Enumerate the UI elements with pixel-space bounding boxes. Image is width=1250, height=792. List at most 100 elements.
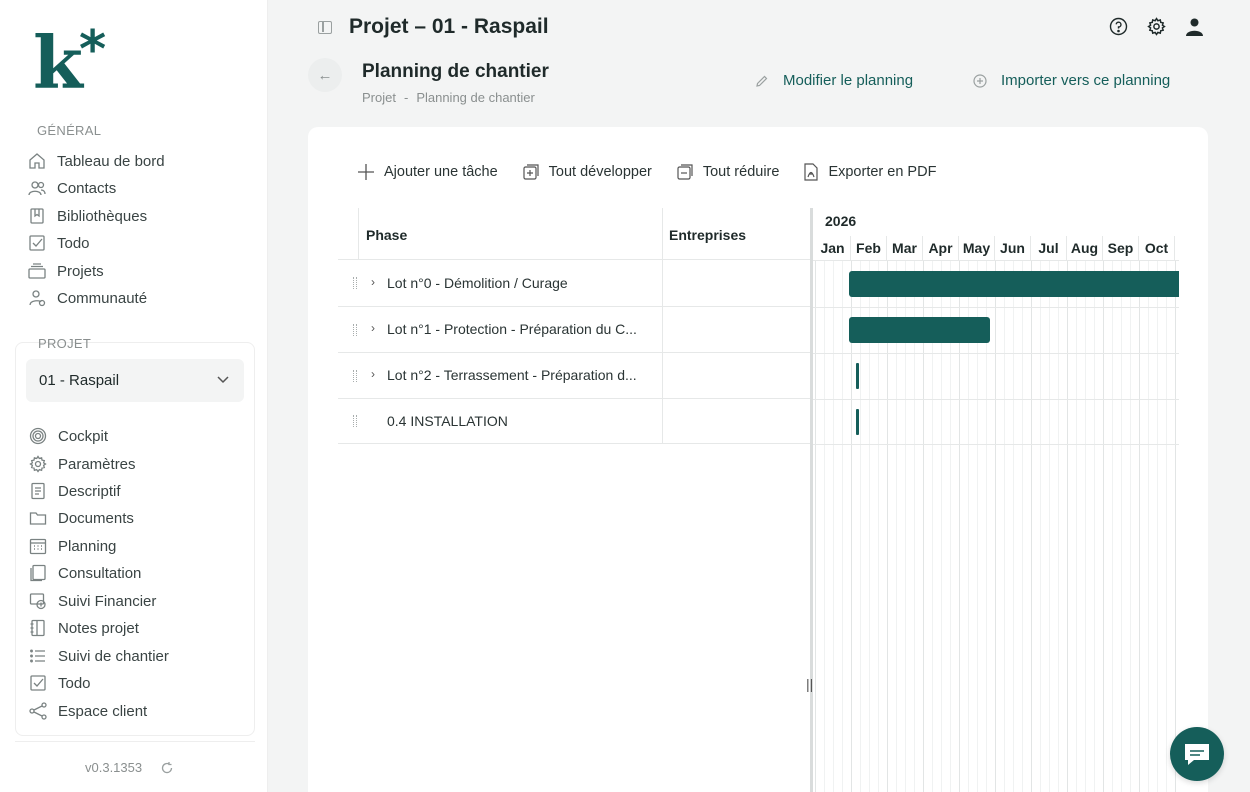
page-title: Planning de chantier: [362, 61, 549, 82]
target-icon: [29, 427, 47, 445]
table-row[interactable]: › Lot n°2 - Terrassement - Préparation d…: [338, 353, 810, 399]
project-title: Projet – 01 - Raspail: [349, 15, 549, 38]
settings-icon[interactable]: [1147, 17, 1166, 36]
main-content: Projet – 01 - Raspail ← Planning de chan…: [268, 0, 1250, 792]
gantt-task-bar[interactable]: [849, 270, 1179, 297]
drag-handle-icon[interactable]: [353, 277, 357, 289]
gantt-month-label: Sep: [1103, 236, 1139, 260]
folder-icon: [29, 509, 47, 527]
sidebar-toggle-icon[interactable]: [318, 21, 332, 34]
chevron-down-icon: [216, 372, 230, 390]
column-header-phase[interactable]: Phase: [366, 227, 407, 243]
gantt-grid-line: [995, 260, 996, 792]
checkbox-icon: [28, 234, 46, 252]
chat-button[interactable]: [1170, 727, 1224, 781]
sidebar-item-todo[interactable]: Todo: [28, 232, 90, 254]
finance-icon: [29, 592, 47, 610]
drag-handle-icon[interactable]: [353, 415, 357, 427]
gantt-grid-line: [1031, 260, 1032, 792]
column-header-enterprises[interactable]: Entreprises: [669, 227, 746, 243]
gantt-month-label: Aug: [1067, 236, 1103, 260]
plus-circle-icon: [973, 73, 987, 88]
gantt-grid-line: [1049, 260, 1050, 792]
version-label: v0.3.1353: [85, 760, 143, 775]
sidebar-item-libraries[interactable]: Bibliothèques: [28, 205, 147, 227]
app-logo[interactable]: k *: [33, 20, 123, 105]
gantt-row-line: [813, 444, 1179, 445]
drag-handle-icon[interactable]: [353, 370, 357, 382]
gantt-divider[interactable]: [810, 208, 813, 792]
chevron-right-icon[interactable]: ›: [371, 321, 375, 335]
gantt-row-line: [813, 260, 1179, 261]
sidebar-item-label: Tableau de bord: [57, 152, 165, 170]
gantt-grid-line: [1139, 260, 1140, 792]
add-task-button[interactable]: Ajouter une tâche: [357, 163, 498, 181]
help-icon[interactable]: [1109, 17, 1128, 36]
sidebar-item-settings[interactable]: Paramètres: [29, 453, 136, 475]
gantt-grid-line: [1022, 260, 1023, 792]
table-row[interactable]: › Lot n°1 - Protection - Préparation du …: [338, 307, 810, 353]
sidebar-item-label: Projets: [57, 262, 104, 280]
drag-handle-icon[interactable]: [353, 324, 357, 336]
sidebar-item-finance[interactable]: Suivi Financier: [29, 590, 156, 612]
back-button[interactable]: ←: [308, 58, 342, 92]
task-label: Lot n°1 - Protection - Préparation du C.…: [387, 321, 637, 337]
table-row[interactable]: › Lot n°0 - Démolition / Curage: [338, 260, 810, 307]
sidebar-item-label: Todo: [58, 674, 91, 692]
expand-all-label: Tout développer: [548, 164, 652, 180]
notebook-icon: [29, 619, 47, 637]
checkbox-icon: [29, 674, 47, 692]
gantt-grid-line: [1076, 260, 1077, 792]
bookmark-icon: [28, 207, 46, 225]
sidebar-item-projects[interactable]: Projets: [28, 260, 104, 282]
import-planning-button[interactable]: Importer vers ce planning: [973, 72, 1170, 89]
divider: [15, 741, 255, 742]
sidebar-item-project-todo[interactable]: Todo: [29, 672, 91, 694]
gantt-task-bar[interactable]: [849, 317, 990, 343]
gantt-month-label: Jun: [995, 236, 1031, 260]
edit-planning-button[interactable]: Modifier le planning: [755, 72, 913, 89]
sidebar-item-notes[interactable]: Notes projet: [29, 617, 139, 639]
breadcrumb-item[interactable]: Projet: [362, 90, 396, 105]
community-icon: [28, 289, 46, 307]
sidebar-item-community[interactable]: Communauté: [28, 287, 147, 309]
sidebar-item-dashboard[interactable]: Tableau de bord: [28, 150, 165, 172]
gantt-chart[interactable]: 2026 JanFebMarAprMayJunJulAugSepOctN: [810, 208, 1179, 792]
sidebar-item-description[interactable]: Descriptif: [29, 480, 121, 502]
gantt-task-bar[interactable]: [856, 363, 860, 389]
sidebar-item-planning[interactable]: Planning: [29, 535, 116, 557]
import-planning-label: Importer vers ce planning: [1001, 72, 1171, 89]
export-pdf-button[interactable]: Exporter en PDF: [803, 163, 936, 181]
logo-letter: k: [33, 20, 83, 105]
table-row[interactable]: 0.4 INSTALLATION: [338, 399, 810, 444]
planning-card: Ajouter une tâche Tout développer Tout r…: [308, 127, 1208, 792]
gantt-month-label: Oct: [1139, 236, 1175, 260]
sidebar-item-client-space[interactable]: Espace client: [29, 700, 147, 722]
gantt-row-line: [813, 399, 1179, 400]
sidebar-item-contacts[interactable]: Contacts: [28, 177, 116, 199]
gantt-months: JanFebMarAprMayJunJulAugSepOctN: [815, 236, 1179, 260]
project-select[interactable]: 01 - Raspail: [26, 359, 244, 402]
sidebar-item-consultation[interactable]: Consultation: [29, 562, 141, 584]
refresh-icon[interactable]: [160, 761, 174, 775]
sidebar-item-site-tracking[interactable]: Suivi de chantier: [29, 645, 169, 667]
gantt-grid-line: [1166, 260, 1167, 792]
user-avatar-icon[interactable]: [1185, 17, 1204, 36]
chevron-right-icon[interactable]: ›: [371, 275, 375, 289]
edit-planning-label: Modifier le planning: [783, 72, 914, 89]
sidebar-item-label: Planning: [58, 537, 117, 555]
collapse-all-button[interactable]: Tout réduire: [676, 163, 779, 181]
sidebar-item-documents[interactable]: Documents: [29, 507, 134, 529]
sidebar-item-cockpit[interactable]: Cockpit: [29, 425, 108, 447]
pencil-icon: [756, 75, 768, 87]
expand-all-button[interactable]: Tout développer: [522, 163, 652, 181]
gantt-task-bar[interactable]: [856, 408, 860, 435]
resize-handle-icon[interactable]: ||: [806, 676, 813, 692]
sidebar-item-label: Cockpit: [58, 427, 109, 445]
gantt-grid-line: [1175, 260, 1176, 792]
gantt-month-label: May: [959, 236, 995, 260]
gantt-row-line: [813, 307, 1179, 308]
column-separator: [358, 208, 359, 260]
top-icons: [1109, 17, 1204, 36]
chevron-right-icon[interactable]: ›: [371, 367, 375, 381]
